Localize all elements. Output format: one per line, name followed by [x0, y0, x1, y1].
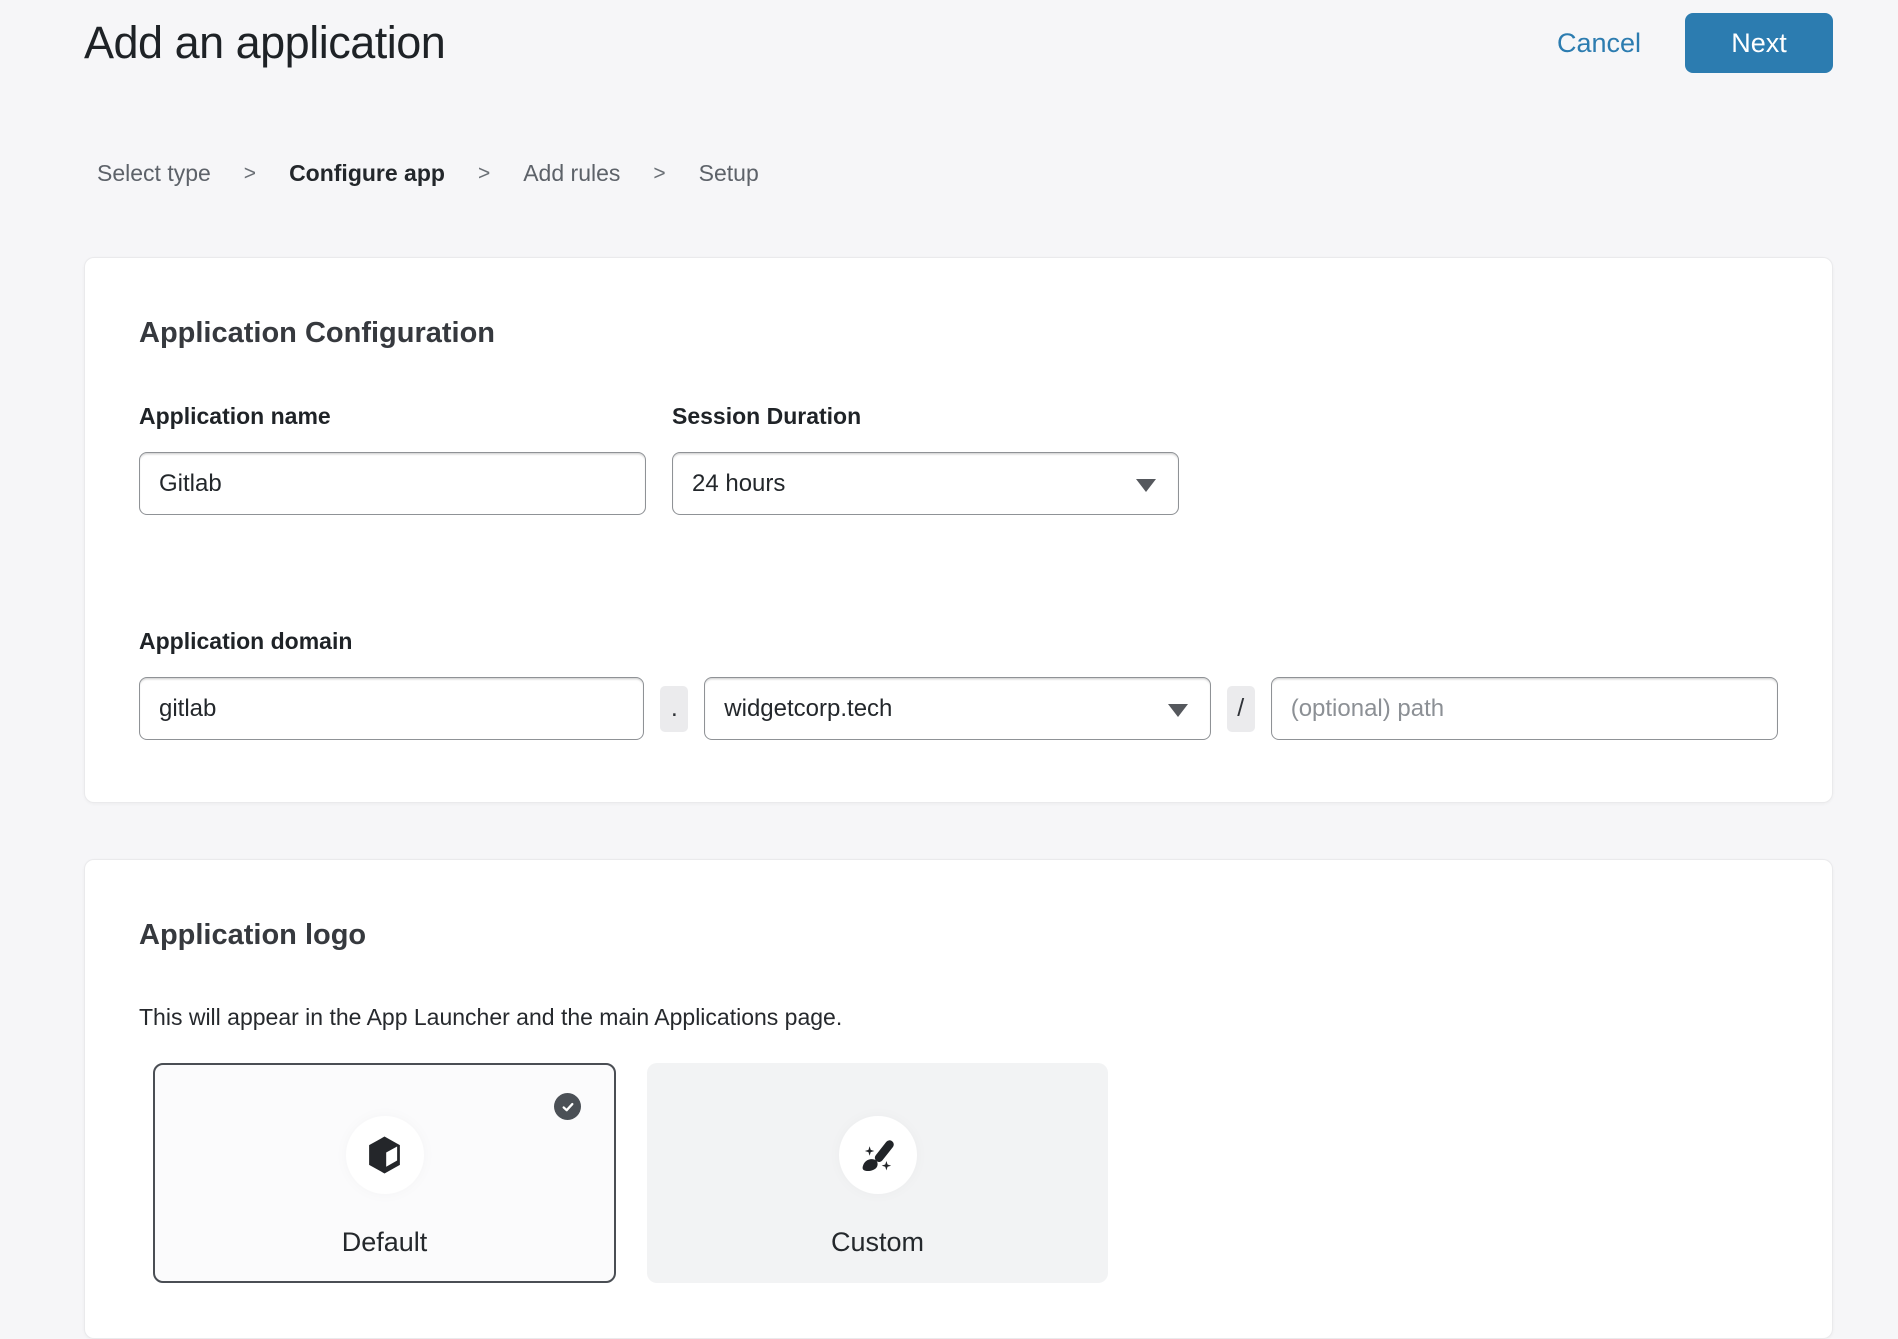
application-logo-card: Application logo This will appear in the…: [84, 859, 1833, 1339]
application-name-input[interactable]: [139, 452, 646, 515]
breadcrumb: Select type > Configure app > Add rules …: [97, 159, 1898, 188]
session-duration-label: Session Duration: [672, 403, 1179, 430]
session-duration-field-group: Session Duration 24 hours: [672, 403, 1179, 515]
logo-option-default[interactable]: Default: [153, 1063, 616, 1283]
logo-option-label: Default: [342, 1227, 428, 1258]
breadcrumb-separator: >: [653, 159, 665, 188]
step-select-type[interactable]: Select type: [97, 159, 211, 188]
topbar: Add an application Cancel Next: [0, 0, 1898, 73]
dot-separator: .: [660, 686, 688, 732]
cube-icon: [366, 1135, 403, 1175]
application-configuration-card: Application Configuration Application na…: [84, 257, 1833, 803]
session-duration-value: 24 hours: [692, 470, 785, 498]
session-duration-select[interactable]: 24 hours: [672, 452, 1179, 515]
step-setup[interactable]: Setup: [699, 159, 759, 188]
step-configure-app[interactable]: Configure app: [289, 159, 445, 188]
application-domain-label: Application domain: [139, 628, 1778, 655]
logo-options: Default Custom: [153, 1063, 1778, 1283]
default-logo-circle: [346, 1116, 424, 1194]
custom-logo-circle: [839, 1116, 917, 1194]
application-domain-row: . widgetcorp.tech /: [139, 677, 1778, 740]
next-button[interactable]: Next: [1685, 13, 1833, 73]
slash-separator: /: [1227, 686, 1255, 732]
logo-option-label: Custom: [831, 1227, 924, 1258]
header-actions: Cancel Next: [1557, 13, 1833, 73]
step-add-rules[interactable]: Add rules: [523, 159, 620, 188]
application-logo-heading: Application logo: [139, 918, 1778, 952]
selected-check-badge: [554, 1093, 581, 1120]
check-icon: [560, 1099, 576, 1115]
paintbrush-icon: [857, 1134, 899, 1176]
application-name-field-group: Application name: [139, 403, 646, 515]
application-name-label: Application name: [139, 403, 646, 430]
breadcrumb-separator: >: [478, 159, 490, 188]
name-session-row: Application name Session Duration 24 hou…: [139, 403, 1778, 515]
page-title: Add an application: [84, 17, 445, 69]
chevron-down-icon: [1168, 704, 1188, 717]
application-configuration-heading: Application Configuration: [139, 316, 1778, 350]
application-logo-description: This will appear in the App Launcher and…: [139, 1004, 1778, 1031]
domain-select[interactable]: widgetcorp.tech: [704, 677, 1210, 740]
cancel-button[interactable]: Cancel: [1557, 28, 1641, 59]
breadcrumb-separator: >: [244, 159, 256, 188]
chevron-down-icon: [1136, 479, 1156, 492]
path-input[interactable]: [1271, 677, 1778, 740]
logo-option-custom[interactable]: Custom: [647, 1063, 1108, 1283]
domain-value: widgetcorp.tech: [724, 695, 892, 723]
subdomain-input[interactable]: [139, 677, 644, 740]
